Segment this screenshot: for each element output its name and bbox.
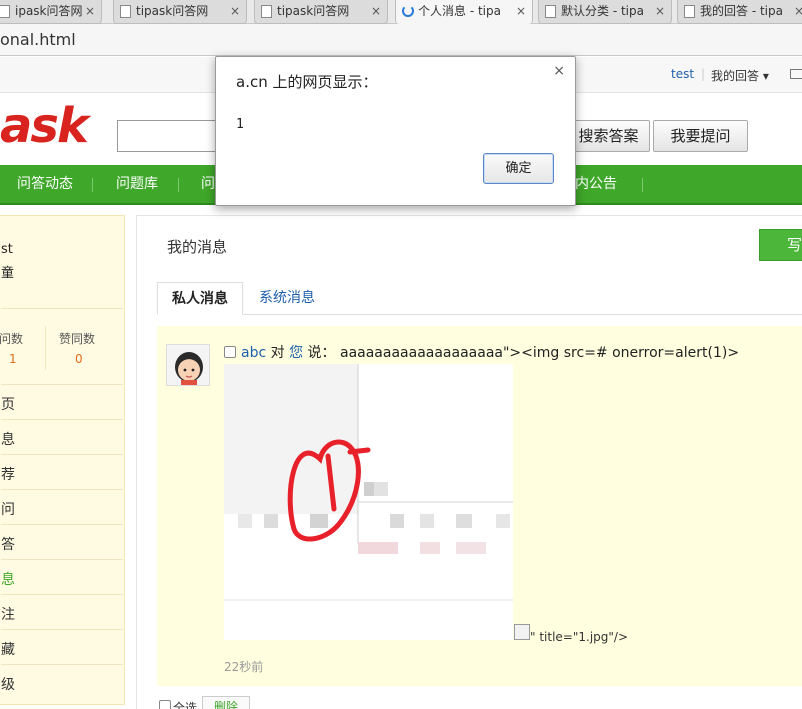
mail-icon[interactable]: [790, 69, 802, 79]
screenshot-image-icon: [224, 364, 513, 640]
stat-value-agrees[interactable]: 0: [75, 352, 83, 366]
broken-image-text: " title="1.jpg"/>: [530, 630, 629, 644]
tab-private-messages[interactable]: 私人消息: [157, 282, 243, 315]
message-content: aaaaaaaaaaaaaaaaaaa"><img src=# onerror=…: [339, 345, 740, 361]
username-link[interactable]: test: [671, 67, 694, 81]
nav-item-questions[interactable]: 问: [201, 165, 215, 203]
broken-image-icon: [514, 624, 530, 640]
browser-tab-label: 默认分类 - tipa: [561, 4, 644, 18]
close-icon[interactable]: ×: [230, 0, 240, 22]
ok-button[interactable]: 确定: [483, 153, 554, 184]
divider: [1, 559, 123, 560]
browser-tab-label: 我的回答 - tipa: [700, 4, 783, 18]
browser-tab-label: ipask问答网: [15, 4, 83, 18]
browser-tab-label: tipask问答网: [136, 4, 209, 18]
loading-icon: [402, 5, 414, 17]
page-icon: [120, 5, 131, 18]
address-bar[interactable]: onal.html: [0, 24, 802, 56]
browser-tab-5[interactable]: 默认分类 - tipa ×: [538, 0, 672, 24]
message-verb: 对: [270, 345, 285, 361]
divider: [1, 308, 123, 309]
nav-divider: [92, 178, 93, 192]
sidebar-item-recommend[interactable]: 荐: [1, 464, 15, 484]
sender-link[interactable]: abc: [241, 345, 266, 361]
sidebar-user-level: 童: [1, 266, 15, 281]
message-time: 22秒前: [224, 660, 264, 674]
close-icon[interactable]: ×: [553, 63, 565, 79]
sidebar-item-messages[interactable]: 息: [1, 569, 15, 589]
dialog-message: 1: [236, 117, 244, 132]
message-header: abc 对 您 说： aaaaaaaaaaaaaaaaaaa"><img src…: [241, 342, 739, 362]
nav-item-activity[interactable]: 问答动态: [17, 165, 73, 203]
address-url[interactable]: onal.html: [0, 30, 76, 49]
delete-button[interactable]: 删除: [202, 696, 250, 709]
nav-item-question-bank[interactable]: 问题库: [116, 165, 158, 203]
divider: [1, 524, 123, 525]
close-icon[interactable]: ×: [371, 0, 381, 22]
divider: [1, 664, 123, 665]
message-checkbox[interactable]: [224, 346, 236, 358]
close-icon[interactable]: ×: [794, 0, 802, 22]
main-content: 我的消息 写 私人消息 系统消息 abc 对 您 说： aaaaaaaaaaaa…: [136, 215, 802, 709]
close-icon[interactable]: ×: [85, 0, 95, 22]
close-icon[interactable]: ×: [655, 0, 665, 22]
divider: [1, 629, 123, 630]
sidebar-item-info[interactable]: 息: [1, 429, 15, 449]
site-logo[interactable]: ask: [0, 98, 89, 154]
dialog-title: a.cn 上的网页显示：: [236, 73, 378, 91]
nav-divider: [642, 178, 643, 192]
sidebar-item-favorites[interactable]: 藏: [1, 639, 15, 659]
sidebar-item-answers[interactable]: 答: [1, 534, 15, 554]
sidebar-item-level[interactable]: 级: [1, 674, 15, 694]
page-title: 我的消息: [167, 238, 228, 256]
search-input[interactable]: [117, 120, 227, 152]
browser-tab-3[interactable]: tipask问答网 ×: [254, 0, 388, 24]
divider: [1, 419, 123, 420]
nav-divider: [178, 178, 179, 192]
avatar-face-icon: [167, 345, 209, 385]
browser-tab-strip: ipask问答网 × tipask问答网 × tipask问答网 × 个人消息 …: [0, 0, 802, 24]
page-icon: [261, 5, 272, 18]
divider: [1, 489, 123, 490]
message-says: 说：: [307, 345, 336, 361]
sidebar-item-home[interactable]: 页: [1, 394, 15, 414]
divider: [1, 384, 123, 385]
message-item: abc 对 您 说： aaaaaaaaaaaaaaaaaaa"><img src…: [157, 326, 802, 686]
avatar[interactable]: [166, 344, 210, 386]
my-answers-menu[interactable]: 我的回答 ▾: [711, 67, 769, 84]
divider: [1, 594, 123, 595]
divider: [45, 326, 46, 370]
browser-tab-1[interactable]: ipask问答网 ×: [0, 0, 102, 24]
write-message-button[interactable]: 写: [759, 229, 802, 261]
sidebar-item-follow[interactable]: 注: [1, 604, 15, 624]
search-answers-button[interactable]: 搜索答案: [567, 120, 650, 152]
select-all-checkbox[interactable]: [159, 700, 171, 709]
stat-value-questions[interactable]: 1: [9, 352, 17, 366]
tab-system-messages[interactable]: 系统消息: [245, 282, 329, 315]
stat-label-agrees: 赞同数: [59, 332, 96, 346]
page-icon: [684, 5, 695, 18]
divider: [1, 454, 123, 455]
close-icon[interactable]: ×: [516, 0, 526, 22]
separator: |: [701, 67, 706, 81]
alert-dialog: a.cn 上的网页显示： × 1 确定: [215, 56, 576, 206]
browser-tab-2[interactable]: tipask问答网 ×: [113, 0, 247, 24]
user-sidebar: st 童 提问数 1 赞同数 0 页 息 荐 问 答 息 注 藏 级: [0, 215, 125, 705]
browser-tab-label: 个人消息 - tipa: [418, 4, 501, 18]
ask-question-button[interactable]: 我要提问: [653, 120, 748, 152]
message-image: [224, 364, 513, 640]
browser-tab-label: tipask问答网: [277, 4, 350, 18]
stat-label-questions: 提问数: [0, 332, 24, 346]
page-icon: [545, 5, 556, 18]
select-all-label: 全选: [173, 701, 198, 709]
browser-tab-6[interactable]: 我的回答 - tipa ×: [677, 0, 802, 24]
sidebar-item-questions[interactable]: 问: [1, 499, 15, 519]
browser-tab-4[interactable]: 个人消息 - tipa ×: [395, 0, 533, 24]
sidebar-username: st: [1, 242, 13, 257]
recipient-link[interactable]: 您: [289, 345, 303, 361]
page-icon: [0, 5, 10, 18]
